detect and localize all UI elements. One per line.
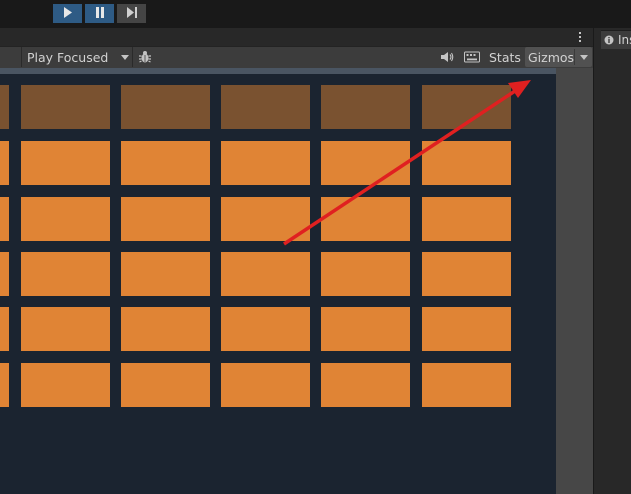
stats-label: Stats (489, 50, 521, 65)
brick (422, 85, 511, 129)
step-icon (126, 6, 138, 21)
brick (221, 85, 310, 129)
brick (422, 141, 511, 185)
brick (0, 363, 9, 407)
brick (422, 307, 511, 351)
brick (422, 363, 511, 407)
stats-button[interactable]: Stats (484, 47, 522, 67)
speaker-icon[interactable] (438, 48, 456, 66)
keyboard-icon[interactable] (463, 48, 481, 66)
brick (121, 307, 210, 351)
gizmos-divider (574, 49, 575, 65)
info-icon (604, 34, 614, 48)
brick (422, 197, 511, 241)
brick (321, 307, 410, 351)
brick (21, 85, 110, 129)
inspector-panel (593, 28, 631, 494)
play-mode-dropdown-label: Play Focused (27, 50, 109, 65)
game-view-tab-strip (0, 28, 593, 46)
brick (21, 252, 110, 296)
brick (321, 363, 410, 407)
play-mode-dropdown[interactable]: Play Focused (21, 47, 133, 67)
brick (21, 307, 110, 351)
brick (121, 85, 210, 129)
brick (121, 363, 210, 407)
brick (221, 197, 310, 241)
brick (422, 252, 511, 296)
pause-icon (95, 6, 105, 21)
game-canvas[interactable] (0, 74, 556, 494)
brick (0, 252, 9, 296)
chevron-down-icon (121, 55, 129, 60)
brick (321, 197, 410, 241)
brick (221, 363, 310, 407)
gizmos-dropdown-icon[interactable] (580, 55, 588, 60)
inspector-tab-label: Ins (618, 33, 631, 47)
brick (121, 141, 210, 185)
brick (21, 141, 110, 185)
brick (221, 141, 310, 185)
brick (221, 307, 310, 351)
more-options-icon[interactable] (576, 31, 584, 43)
brick (321, 252, 410, 296)
gizmos-label: Gizmos (528, 50, 575, 65)
gizmos-button[interactable]: Gizmos (525, 47, 592, 67)
pause-button[interactable] (85, 4, 114, 23)
play-icon (63, 6, 73, 21)
brick (21, 363, 110, 407)
brick (121, 197, 210, 241)
brick (221, 252, 310, 296)
brick (21, 197, 110, 241)
tab-inspector[interactable]: Ins (601, 30, 631, 49)
play-mode-toolbar (0, 0, 631, 28)
bug-icon[interactable] (136, 48, 154, 66)
brick (0, 141, 9, 185)
brick (321, 141, 410, 185)
step-button[interactable] (117, 4, 146, 23)
brick (0, 85, 9, 129)
brick (321, 85, 410, 129)
brick (121, 252, 210, 296)
play-button[interactable] (53, 4, 82, 23)
brick (0, 197, 9, 241)
brick (0, 307, 9, 351)
